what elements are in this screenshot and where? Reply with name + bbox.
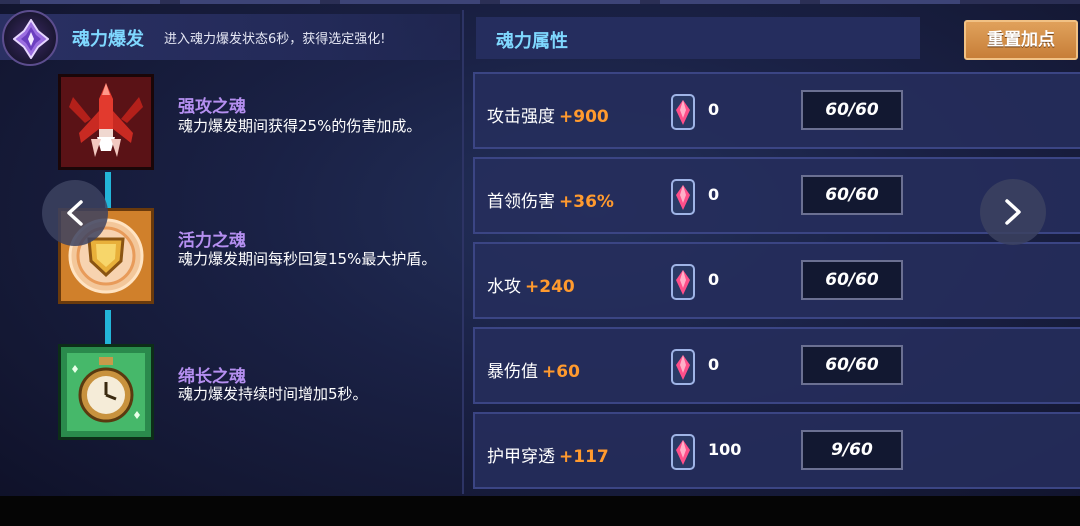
attribute-name: 护甲穿透 <box>487 447 555 467</box>
attribute-bonus: +900 <box>559 107 609 127</box>
prev-button[interactable] <box>42 180 108 246</box>
attribute-row: 暴伤值 +60 0 60/60 <box>473 327 1080 404</box>
attribute-label: 攻击强度 +900 <box>487 102 609 127</box>
attribute-bonus: +60 <box>542 362 580 382</box>
attribute-label: 水攻 +240 <box>487 272 575 297</box>
next-button[interactable] <box>980 179 1046 245</box>
soul-name: 活力之魂 <box>178 231 246 251</box>
soul-gem-icon <box>671 349 695 385</box>
attribute-name: 暴伤值 <box>487 362 538 382</box>
points-allocated[interactable]: 9/60 <box>801 430 903 470</box>
soul-gem-icon <box>671 179 695 215</box>
attribute-name: 水攻 <box>487 277 521 297</box>
attribute-name: 首领伤害 <box>487 192 555 212</box>
attribute-label: 护甲穿透 +117 <box>487 442 609 467</box>
soul-name: 强攻之魂 <box>178 97 246 117</box>
chevron-right-icon <box>1005 199 1021 225</box>
attributes-title: 魂力属性 <box>496 31 568 52</box>
points-allocated[interactable]: 60/60 <box>801 345 903 385</box>
gem-count: 0 <box>708 185 720 204</box>
attribute-bonus: +240 <box>525 277 575 297</box>
points-allocated[interactable]: 60/60 <box>801 90 903 130</box>
soul-description: 魂力爆发期间每秒回复15%最大护盾。 <box>178 250 437 268</box>
soul-power-screen: 魂力爆发 进入魂力爆发状态6秒，获得选定强化! 强攻之魂 魂力爆发期间获得25%… <box>0 0 1080 526</box>
soul-gem-icon <box>671 434 695 470</box>
soul-description: 魂力爆发持续时间增加5秒。 <box>178 385 368 403</box>
panel-divider <box>462 10 464 494</box>
gem-count: 0 <box>708 100 720 119</box>
points-allocated[interactable]: 60/60 <box>801 175 903 215</box>
attribute-label: 暴伤值 +60 <box>487 357 580 382</box>
attribute-bonus: +117 <box>559 447 609 467</box>
reset-points-button[interactable]: 重置加点 <box>964 20 1078 60</box>
bottom-bar <box>0 496 1080 526</box>
red-rocket-icon[interactable] <box>58 74 154 170</box>
green-clock-icon[interactable] <box>58 344 154 440</box>
attribute-name: 攻击强度 <box>487 107 555 127</box>
top-strip <box>0 0 1080 4</box>
attribute-row: 攻击强度 +900 0 60/60 <box>473 72 1080 149</box>
attribute-label: 首领伤害 +36% <box>487 187 614 212</box>
soul-gem-icon <box>671 264 695 300</box>
chain-connector <box>105 310 111 346</box>
burst-title: 魂力爆发 <box>72 29 144 50</box>
burst-description: 进入魂力爆发状态6秒，获得选定强化! <box>164 32 386 47</box>
attribute-row: 水攻 +240 0 60/60 <box>473 242 1080 319</box>
soul-gem-icon <box>671 94 695 130</box>
gem-count: 100 <box>708 440 742 459</box>
gem-count: 0 <box>708 355 720 374</box>
gem-count: 0 <box>708 270 720 289</box>
attribute-bonus: +36% <box>559 192 614 212</box>
crystal-star-icon <box>2 10 58 66</box>
chevron-left-icon <box>67 200 83 226</box>
attribute-row: 护甲穿透 +117 100 9/60 <box>473 412 1080 489</box>
points-allocated[interactable]: 60/60 <box>801 260 903 300</box>
soul-description: 魂力爆发期间获得25%的伤害加成。 <box>178 117 422 135</box>
